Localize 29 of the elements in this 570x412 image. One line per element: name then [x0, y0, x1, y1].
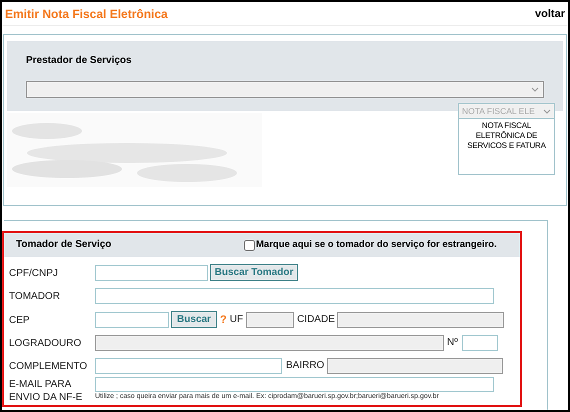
- foreign-checkbox[interactable]: [244, 240, 255, 250]
- field-label: Nº: [447, 337, 458, 349]
- input-field[interactable]: [95, 264, 208, 280]
- chevron-icon: [543, 108, 551, 114]
- field-label: TOMADOR: [9, 291, 60, 302]
- section-heading: Tomador de Serviço: [16, 239, 112, 251]
- input-field[interactable]: [95, 288, 494, 304]
- provider-select[interactable]: [26, 81, 544, 98]
- checkbox-label: Marque aqui se o tomador do serviço for estrangeiro.: [256, 239, 497, 251]
- help-icon[interactable]: ?: [220, 314, 227, 326]
- invoice-type-select[interactable]: NOTA FISCAL ELE: [458, 103, 555, 119]
- field-label: CEP: [9, 314, 30, 326]
- input-field[interactable]: [95, 377, 494, 392]
- input-field[interactable]: [95, 312, 169, 328]
- input-field[interactable]: [462, 335, 498, 351]
- field-label: CPF/CNPJ: [9, 268, 58, 278]
- chevron-icon: [531, 87, 539, 92]
- input-field[interactable]: [95, 358, 282, 374]
- field-label: LOGRADOURO: [9, 338, 82, 349]
- search-button[interactable]: Buscar Tomador: [210, 264, 298, 281]
- section-heading: Prestador de Serviços: [26, 55, 133, 67]
- search-button[interactable]: Buscar: [171, 311, 217, 328]
- field-label: CIDADE: [297, 314, 335, 326]
- page-title: Emitir Nota Fiscal Eletrônica: [5, 8, 168, 20]
- field-label: COMPLEMENTO: [9, 361, 88, 372]
- field-label: E-MAIL PARA ENVIO DA NF-E: [9, 379, 82, 403]
- field-label: BAIRRO: [286, 360, 324, 372]
- back-link[interactable]: voltar: [535, 8, 565, 20]
- field-label: UF: [230, 314, 244, 326]
